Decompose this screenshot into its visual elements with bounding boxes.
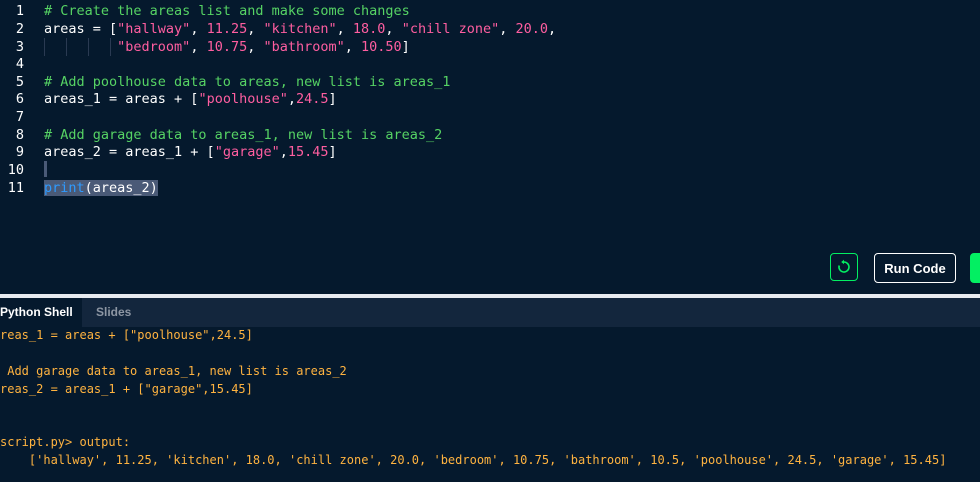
code-token: ] (328, 144, 337, 160)
code-text: # Create the areas list and make some ch… (44, 2, 410, 20)
number-literal: 10.50 (361, 39, 402, 55)
code-line[interactable]: 4 (0, 55, 980, 73)
line-number: 3 (15, 39, 24, 55)
code-token: , (385, 21, 402, 37)
code-token: (areas_2) (84, 180, 158, 196)
submit-answer-button[interactable] (970, 253, 980, 283)
line-number: 1 (15, 3, 24, 19)
code-token: ] (401, 39, 410, 55)
tab-python-shell[interactable]: Python Shell (0, 298, 82, 327)
code-token: areas = [ (44, 21, 118, 37)
code-line[interactable]: 9 areas_2 = areas_1 + ["garage",15.45] (0, 143, 980, 161)
indent-guide (66, 38, 67, 56)
line-number: 6 (15, 91, 24, 107)
string-literal: "bathroom" (263, 39, 345, 55)
code-text: # Add garage data to areas_1, new list i… (44, 126, 442, 144)
code-line[interactable]: 8 # Add garage data to areas_1, new list … (0, 126, 980, 144)
line-number: 8 (15, 127, 24, 143)
string-literal: "garage" (214, 144, 280, 160)
code-line[interactable]: 7 (0, 108, 980, 126)
python-shell-output[interactable]: reas_1 = areas + ["poolhouse",24.5] Add … (0, 327, 980, 482)
console-tabs: Python Shell Slides (0, 298, 980, 327)
code-token: areas_2 = areas_1 + [ (44, 144, 215, 160)
shell-line: Add garage data to areas_1, new list is … (0, 364, 347, 378)
code-line[interactable]: 5 # Add poolhouse data to areas, new list… (0, 73, 980, 91)
code-comment: # Add garage data to areas_1, new list i… (44, 127, 443, 143)
code-text: "bedroom", 10.75, "bathroom", 10.50] (44, 38, 410, 56)
code-line[interactable]: 11 print(areas_2) (0, 179, 980, 197)
number-literal: 11.25 (206, 21, 248, 37)
reset-button[interactable] (830, 253, 858, 281)
code-line[interactable]: 10 (0, 161, 980, 179)
code-text: print(areas_2) (44, 179, 158, 197)
code-text: areas_1 = areas + ["poolhouse",24.5] (44, 90, 337, 108)
tab-slides[interactable]: Slides (96, 298, 131, 327)
line-number: 4 (15, 56, 24, 72)
code-token: , (247, 21, 264, 37)
number-literal: 18.0 (352, 21, 386, 37)
code-text (44, 161, 47, 179)
code-comment: # Create the areas list and make some ch… (44, 3, 410, 19)
code-token: , (247, 39, 264, 55)
code-token: ] (328, 91, 337, 107)
indent-guide (88, 38, 89, 56)
shell-line: script.py> output: (0, 435, 131, 449)
string-literal: "poolhouse" (198, 91, 288, 107)
shell-line: reas_2 = areas_1 + ["garage",15.45] (0, 382, 253, 396)
string-literal: "bedroom" (117, 39, 191, 55)
code-text: areas = ["hallway", 11.25, "kitchen", 18… (44, 20, 556, 38)
code-text: areas_2 = areas_1 + ["garage",15.45] (44, 143, 337, 161)
code-token: , (287, 91, 296, 107)
number-literal: 15.45 (287, 144, 329, 160)
line-number: 11 (7, 180, 24, 196)
code-line[interactable]: 2 areas = ["hallway", 11.25, "kitchen", 1… (0, 20, 980, 38)
run-code-button[interactable]: Run Code (874, 253, 956, 283)
code-line[interactable]: 1 # Create the areas list and make some c… (0, 2, 980, 20)
line-number: 2 (15, 21, 24, 37)
code-token: , (190, 21, 207, 37)
function-name: print (44, 180, 85, 196)
indent-guide (44, 38, 45, 56)
number-literal: 10.75 (206, 39, 248, 55)
indent-guide (110, 38, 111, 56)
text-cursor (44, 161, 47, 177)
line-number: 10 (7, 162, 24, 178)
shell-line: reas_1 = areas + ["poolhouse",24.5] (0, 328, 253, 342)
number-literal: 20.0 (515, 21, 549, 37)
code-token: , (279, 144, 288, 160)
line-number: 9 (15, 144, 24, 160)
code-token: , (336, 21, 353, 37)
reset-icon (838, 259, 850, 273)
code-token: , (190, 39, 207, 55)
line-number: 7 (15, 109, 24, 125)
code-text: # Add poolhouse data to areas, new list … (44, 73, 450, 91)
shell-line: ['hallway', 11.25, 'kitchen', 18.0, 'chi… (0, 453, 947, 467)
line-number: 5 (15, 74, 24, 90)
code-token: , (548, 21, 557, 37)
number-literal: 24.5 (295, 91, 329, 107)
string-literal: "hallway" (117, 21, 191, 37)
code-line[interactable]: 6 areas_1 = areas + ["poolhouse",24.5] (0, 90, 980, 108)
code-editor[interactable]: 1 # Create the areas list and make some c… (0, 0, 980, 294)
code-line[interactable]: 3 "bedroom", 10.75, "bathroom", 10.50] (0, 38, 980, 56)
code-token: , (499, 21, 516, 37)
code-token: areas_1 = areas + [ (44, 91, 199, 107)
string-literal: "chill zone" (401, 21, 500, 37)
code-token: , (344, 39, 362, 55)
code-comment: # Add poolhouse data to areas, new list … (44, 74, 451, 90)
string-literal: "kitchen" (263, 21, 337, 37)
